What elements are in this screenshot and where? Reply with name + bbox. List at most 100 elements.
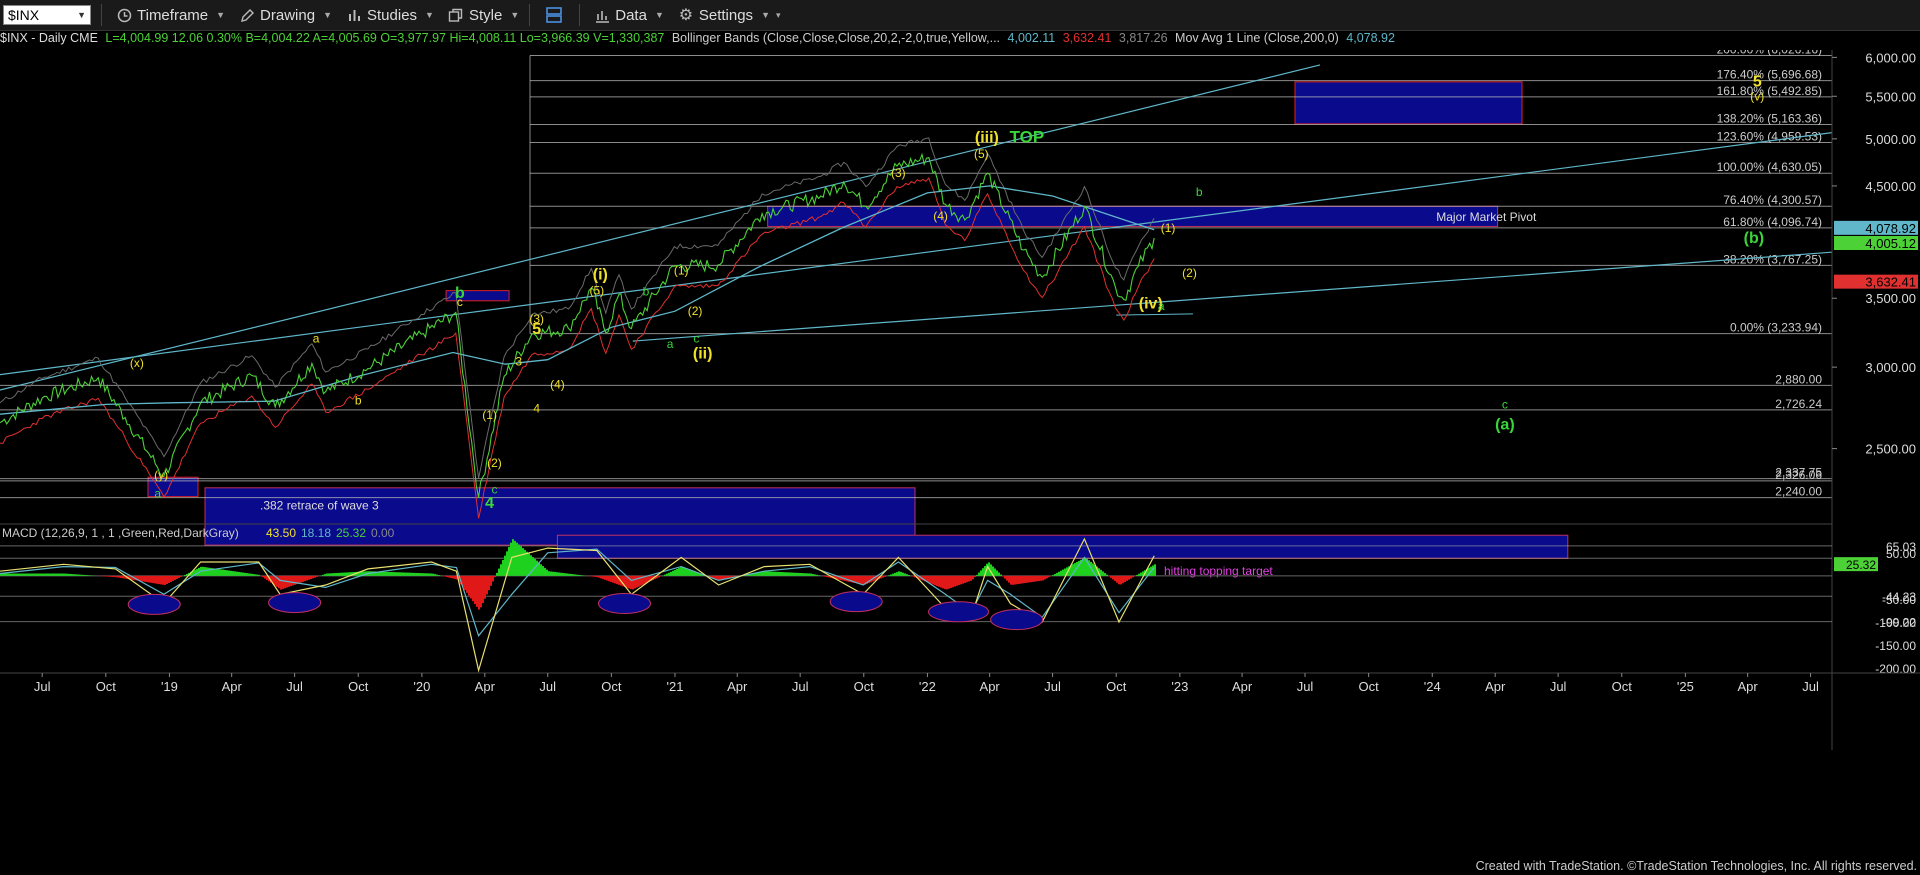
- macd-histogram-bar: [292, 575, 294, 586]
- macd-histogram-bar: [178, 575, 180, 578]
- macd-histogram-bar: [536, 560, 538, 576]
- time-tick-label-15: Apr: [980, 679, 1001, 694]
- time-tick-label-5: Oct: [348, 679, 369, 694]
- fib-label-1: 176.40% (5,696.68): [1717, 68, 1822, 82]
- wave-label-22: c: [693, 331, 699, 345]
- macd-last-tag: 25.32: [1846, 558, 1876, 572]
- macd-histogram-bar: [494, 575, 496, 578]
- macd-histogram-bar: [1138, 573, 1140, 576]
- macd-histogram-bar: [786, 572, 788, 576]
- ma-label: Mov Avg 1 Line (Close,200,0): [1175, 31, 1339, 45]
- macd-histogram-bar: [144, 575, 146, 582]
- macd-histogram-bar: [116, 575, 118, 578]
- macd-histogram-bar: [334, 573, 336, 576]
- style-button[interactable]: Style ▼: [448, 7, 519, 24]
- macd-histogram-bar: [66, 573, 68, 576]
- macd-histogram-bar: [668, 572, 670, 576]
- macd-histogram-bar: [976, 574, 978, 576]
- timeframe-label: Timeframe: [137, 6, 209, 24]
- macd-histogram-bar: [2, 573, 4, 576]
- macd-histogram-bar: [1004, 575, 1006, 579]
- studies-icon: [346, 7, 362, 23]
- toolbar-separator: [529, 4, 531, 26]
- wave-label-15: (4): [550, 377, 565, 391]
- macd-histogram-bar: [978, 572, 980, 576]
- macd-histogram-bar: [768, 571, 770, 576]
- macd-histogram-bar: [526, 551, 528, 576]
- macd-histogram-bar: [164, 575, 166, 586]
- time-tick-label-13: Oct: [854, 679, 875, 694]
- price-tick-label-3: 4,500.00: [1865, 179, 1916, 194]
- macd-histogram-bar: [894, 572, 896, 576]
- time-tick-label-18: '23: [1171, 679, 1188, 694]
- macd-histogram-bar: [244, 572, 246, 576]
- chevron-down-icon: ▼: [77, 10, 86, 20]
- macd-histogram-bar: [944, 575, 946, 590]
- timeframe-button[interactable]: Timeframe ▼: [116, 7, 225, 24]
- macd-oval-2: [597, 593, 651, 614]
- macd-histogram-bar: [1028, 575, 1030, 583]
- macd-histogram-bar: [142, 575, 144, 582]
- ma-value: 4,078.92: [1346, 31, 1395, 45]
- macd-histogram-bar: [394, 572, 396, 576]
- macd-histogram-bar: [54, 573, 56, 576]
- macd-histogram-bar: [496, 572, 498, 576]
- studies-button[interactable]: Studies ▼: [346, 7, 434, 24]
- macd-histogram-bar: [62, 573, 64, 576]
- macd-histogram-bar: [566, 573, 568, 576]
- settings-button[interactable]: ⚙ Settings ▼ ▾: [678, 7, 781, 25]
- macd-histogram-bar: [776, 571, 778, 576]
- macd-histogram-bar: [450, 575, 452, 578]
- time-tick-label-9: Oct: [601, 679, 622, 694]
- time-tick-label-19: Apr: [1232, 679, 1253, 694]
- macd-histogram-bar: [788, 572, 790, 576]
- macd-histogram-bar: [422, 573, 424, 576]
- macd-histogram-bar: [896, 572, 898, 576]
- fib-label-7: 61.80% (4,096.74): [1723, 215, 1822, 229]
- macd-histogram-bar: [446, 575, 448, 577]
- macd-histogram-bar: [942, 575, 944, 589]
- macd-histogram-bar: [184, 574, 186, 576]
- macd-histogram-bar: [1110, 575, 1112, 578]
- toolbar-separator: [579, 4, 581, 26]
- macd-histogram-bar: [264, 575, 266, 579]
- macd-histogram-bar: [940, 575, 942, 588]
- macd-histogram-bar: [408, 572, 410, 576]
- macd-histogram-bar: [278, 575, 280, 589]
- time-tick-label-0: Jul: [34, 679, 51, 694]
- macd-histogram-bar: [56, 573, 58, 576]
- macd-histogram-bar: [172, 575, 174, 581]
- macd-histogram-bar: [604, 575, 606, 580]
- time-tick-label-8: Jul: [539, 679, 556, 694]
- macd-histogram-bar: [60, 573, 62, 576]
- macd-histogram-bar: [148, 575, 150, 583]
- macd-histogram-bar: [76, 574, 78, 576]
- major-market-pivot-box: [767, 205, 1499, 227]
- macd-histogram-bar: [614, 575, 616, 584]
- macd-histogram-bar: [314, 575, 316, 578]
- macd-histogram-bar: [430, 573, 432, 576]
- macd-histogram-bar: [146, 575, 148, 583]
- symbol-input[interactable]: $INX ▼: [3, 5, 91, 25]
- macd-oval-3: [829, 591, 883, 613]
- macd-histogram-bar: [470, 575, 472, 599]
- support-label-0: 2,880.00: [1775, 372, 1822, 386]
- macd-histogram-bar: [818, 575, 820, 576]
- chevron-down-icon: ▼: [510, 10, 520, 20]
- macd-histogram-bar: [206, 567, 208, 576]
- macd-histogram-bar: [602, 575, 604, 580]
- macd-oval-0: [127, 593, 181, 615]
- wave-label-8: (1): [482, 408, 497, 422]
- macd-histogram-bar: [298, 575, 300, 584]
- macd-histogram-bar: [226, 570, 228, 576]
- macd-histogram-bar: [490, 575, 492, 586]
- drawing-button[interactable]: Drawing ▼: [239, 7, 332, 24]
- macd-histogram-bar: [890, 574, 892, 576]
- layout-button[interactable]: [544, 7, 569, 23]
- macd-histogram-bar: [222, 569, 224, 576]
- data-button[interactable]: Data ▼: [594, 7, 664, 24]
- price-chart[interactable]: Major Market Pivot .382 retrace of wave 3…: [0, 50, 1920, 853]
- wave-label-24: (3): [891, 166, 906, 180]
- macd-histogram-bar: [948, 575, 950, 589]
- pivot-label: Major Market Pivot: [1436, 210, 1537, 224]
